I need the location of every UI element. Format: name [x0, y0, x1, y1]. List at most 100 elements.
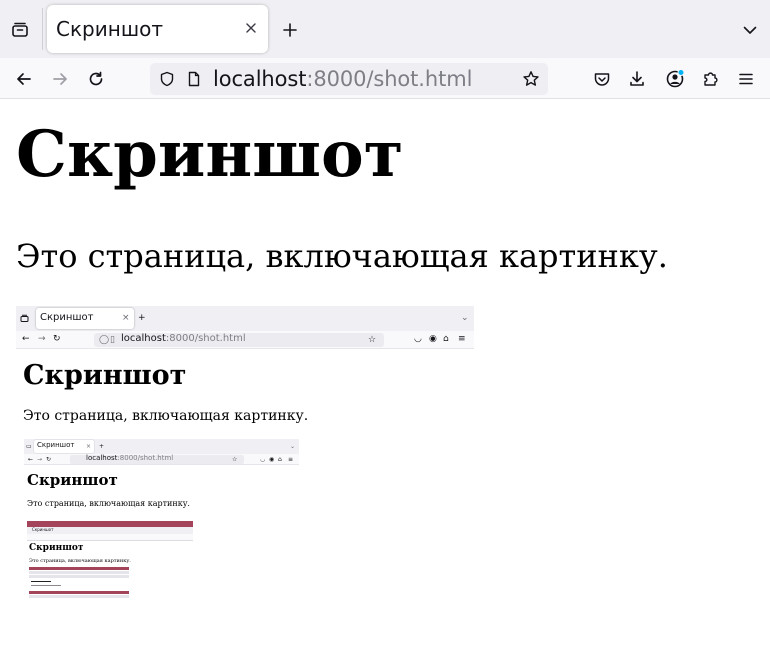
embedded-tab-title: Скриншот: [40, 312, 94, 323]
app-menu-button[interactable]: [731, 64, 761, 94]
embedded-url-path: :8000/shot.html: [165, 333, 246, 344]
account-icon: ◉: [269, 456, 275, 463]
new-tab-button[interactable]: [276, 16, 304, 44]
forward-arrow-icon: →: [37, 456, 43, 463]
download-icon: [630, 71, 644, 86]
url-text[interactable]: localhost:8000/shot.html: [213, 67, 472, 91]
list-all-tabs-button[interactable]: [736, 16, 764, 44]
nested-url: localhost:8000/shot.html: [86, 454, 173, 462]
shield-icon: ◯: [99, 335, 110, 345]
tab-bar: Скриншот: [0, 0, 770, 58]
reload-button[interactable]: [81, 64, 111, 94]
embedded-tab: Скриншот ×: [36, 308, 134, 329]
page-paragraph: Это страница, включающая картинку.: [16, 237, 668, 275]
puzzle-icon: ⌂: [278, 456, 282, 463]
nested-url-bar: localhost:8000/shot.html ☆: [70, 454, 244, 464]
pocket-icon: ◡: [260, 456, 266, 463]
deep-page-paragraph: Это страница, включающая картинку.: [29, 558, 131, 564]
puzzle-icon: [704, 72, 718, 86]
deepest-titlebar: [29, 567, 129, 570]
deep-page-title: Скриншот: [29, 543, 84, 553]
deepest-toolbar: [29, 595, 129, 598]
nested-url-path: :8000/shot.html: [117, 454, 174, 462]
nested-page-title: Скриншот: [27, 471, 118, 489]
star-icon: ☆: [368, 335, 377, 345]
nested-url-host: localhost: [86, 454, 118, 462]
chevron-down-icon: ⌄: [461, 313, 469, 323]
bookmark-button[interactable]: [521, 69, 541, 89]
embedded-page-title: Скриншот: [23, 360, 187, 391]
shield-icon: [160, 71, 174, 87]
embedded-url-host: localhost: [121, 333, 166, 344]
url-bar[interactable]: localhost:8000/shot.html: [150, 63, 548, 95]
tracking-protection-button[interactable]: [157, 69, 177, 89]
pocket-icon: ◡: [414, 334, 422, 344]
extensions-button[interactable]: [696, 64, 726, 94]
hamburger-menu-icon: [739, 73, 753, 85]
close-icon: [246, 23, 256, 33]
back-button[interactable]: [9, 64, 39, 94]
deepest-titlebar: [29, 591, 129, 594]
nested-page-paragraph: Это страница, включающая картинку.: [27, 499, 190, 508]
nested-tab: Скриншот ×: [34, 440, 94, 453]
back-arrow-icon: ←: [28, 456, 34, 463]
reload-icon: [89, 71, 103, 86]
page-content: Скриншот Это страница, включающая картин…: [0, 100, 770, 657]
tab-title: Скриншот: [56, 17, 164, 41]
deepest-text: [31, 585, 61, 586]
embedded-tab-bar: Скриншот × + ⌄: [16, 306, 474, 331]
reload-icon: ↻: [46, 456, 52, 463]
navigation-toolbar: localhost:8000/shot.html: [0, 58, 770, 99]
back-arrow-icon: [17, 73, 31, 85]
page-icon: ▯: [110, 335, 115, 345]
forward-arrow-icon: [53, 73, 67, 85]
deepest-toolbar: [29, 571, 129, 574]
account-button[interactable]: [660, 64, 690, 94]
plus-icon: [283, 23, 297, 37]
nested-tab-title: Скриншот: [37, 441, 75, 449]
embedded-page-paragraph: Это страница, включающая картинку.: [23, 408, 309, 424]
plus-icon: +: [138, 313, 146, 323]
url-host: localhost: [213, 67, 307, 91]
tab-active[interactable]: Скриншот: [47, 5, 268, 53]
page-title: Скриншот: [16, 117, 404, 192]
downloads-button[interactable]: [622, 64, 652, 94]
nested-screenshot-image: ▭ Скриншот × + ⌄ ← → ↻ localhost:8000/sh…: [24, 439, 299, 606]
chevron-down-icon: ⌄: [290, 443, 296, 450]
tab-close-button[interactable]: [242, 19, 260, 37]
hamburger-menu-icon: ≡: [458, 334, 466, 344]
deep-nested-screenshot-image: Скриншот Скриншот Это страница, включающ…: [27, 521, 193, 606]
tab-list-icon: ▭: [26, 443, 32, 450]
embedded-nav-bar: ← → ↻ ◯ ▯ localhost:8000/shot.html ☆ ◡ ◉…: [16, 331, 474, 349]
tab-list-icon: [20, 314, 29, 322]
nested-tab-bar: ▭ Скриншот × + ⌄: [24, 439, 299, 454]
pocket-button[interactable]: [587, 64, 617, 94]
embedded-url-bar: ◯ ▯ localhost:8000/shot.html ☆: [94, 333, 384, 347]
hamburger-menu-icon: ≡: [288, 456, 294, 463]
plus-icon: +: [99, 443, 105, 450]
forward-button[interactable]: [45, 64, 75, 94]
deepest-title: [31, 581, 51, 582]
account-icon: [666, 69, 685, 88]
tabbar-separator: [42, 8, 43, 50]
back-arrow-icon: ←: [22, 334, 30, 344]
embedded-screenshot-image: Скриншот × + ⌄ ← → ↻ ◯ ▯ localhost:8000/…: [16, 306, 474, 606]
page-info-button[interactable]: [184, 69, 204, 89]
url-path: :8000/shot.html: [306, 67, 473, 91]
star-icon: ☆: [232, 456, 238, 463]
deepest-screenshot-image: [29, 565, 129, 603]
embedded-url: localhost:8000/shot.html: [121, 333, 246, 344]
deepest-toolbar: [29, 575, 129, 578]
tab-list-icon: [12, 22, 28, 37]
chevron-down-icon: [743, 26, 757, 34]
deep-nav-bar: [27, 534, 193, 541]
puzzle-icon: ⌂: [443, 334, 449, 344]
nested-nav-bar: ← → ↻ localhost:8000/shot.html ☆ ◡ ◉ ⌂ ≡: [24, 454, 299, 465]
tab-list-button[interactable]: [6, 16, 34, 44]
close-icon: ×: [86, 443, 92, 450]
forward-arrow-icon: →: [38, 334, 46, 344]
reload-icon: ↻: [53, 334, 61, 344]
pocket-icon: [594, 73, 610, 86]
page-icon: [188, 71, 200, 87]
account-icon: ◉: [429, 334, 437, 344]
